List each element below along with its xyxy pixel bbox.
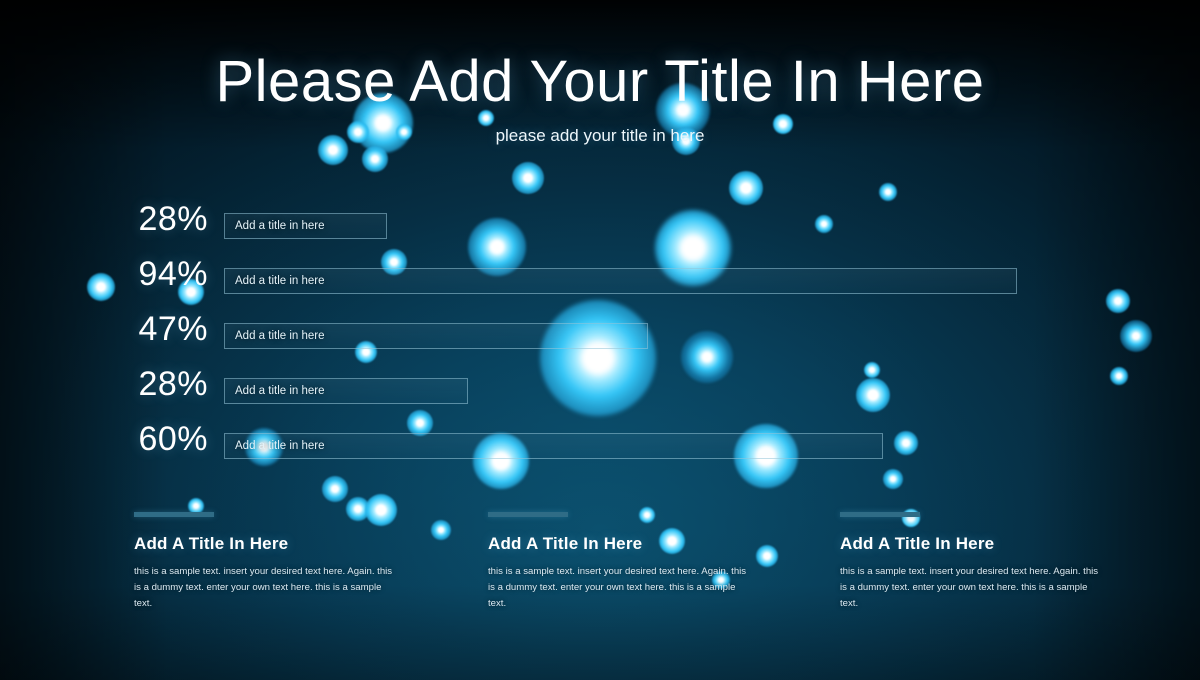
percentage-value: 47% — [138, 310, 208, 348]
page-title: Please Add Your Title In Here — [215, 49, 985, 114]
column-accent-bar — [134, 512, 214, 517]
bar-title-label[interactable]: Add a title in here — [235, 385, 325, 397]
feature-column: Add A Title In Here this is a sample text… — [488, 512, 750, 613]
percentage-value: 94% — [138, 255, 208, 293]
percentage-value: 60% — [138, 420, 208, 458]
bar-title-label[interactable]: Add a title in here — [235, 440, 325, 452]
slide-canvas: Please Add Your Title In Here please add… — [0, 0, 1200, 680]
percentage-bar-track[interactable]: Add a title in here — [224, 213, 387, 239]
column-accent-bar — [488, 512, 568, 517]
column-accent-bar — [840, 512, 920, 517]
percentage-bar-track[interactable]: Add a title in here — [224, 433, 883, 459]
percentage-value: 28% — [138, 365, 208, 403]
column-body-text: this is a sample text. insert your desir… — [840, 566, 1099, 610]
percentage-bar-row: 28% Add a title in here — [0, 200, 1200, 255]
feature-column: Add A Title In Here this is a sample text… — [840, 512, 1102, 613]
percentage-bar-row: 94% Add a title in here — [0, 255, 1200, 310]
percentage-bar-row: 60% Add a title in here — [0, 420, 1200, 475]
percentage-bar-row: 47% Add a title in here — [0, 310, 1200, 365]
slide-content: Please Add Your Title In Here please add… — [0, 0, 1200, 680]
bar-title-label[interactable]: Add a title in here — [235, 330, 325, 342]
percentage-bar-list: 28% Add a title in here 94% Add a title in … — [0, 200, 1200, 475]
percentage-bar-track[interactable]: Add a title in here — [224, 378, 468, 404]
page-subtitle: please add your title in here — [495, 126, 705, 145]
bar-title-label[interactable]: Add a title in here — [235, 275, 325, 287]
percentage-bar-track[interactable]: Add a title in here — [224, 323, 648, 349]
percentage-bar-row: 28% Add a title in here — [0, 365, 1200, 420]
column-title: Add A Title In Here — [840, 534, 995, 553]
column-body-text: this is a sample text. insert your desir… — [134, 566, 393, 610]
column-title: Add A Title In Here — [488, 534, 643, 553]
column-body-text: this is a sample text. insert your desir… — [488, 566, 747, 610]
feature-column: Add A Title In Here this is a sample text… — [134, 512, 396, 613]
bar-title-label[interactable]: Add a title in here — [235, 220, 325, 232]
percentage-value: 28% — [138, 200, 208, 238]
percentage-bar-track[interactable]: Add a title in here — [224, 268, 1017, 294]
column-title: Add A Title In Here — [134, 534, 289, 553]
